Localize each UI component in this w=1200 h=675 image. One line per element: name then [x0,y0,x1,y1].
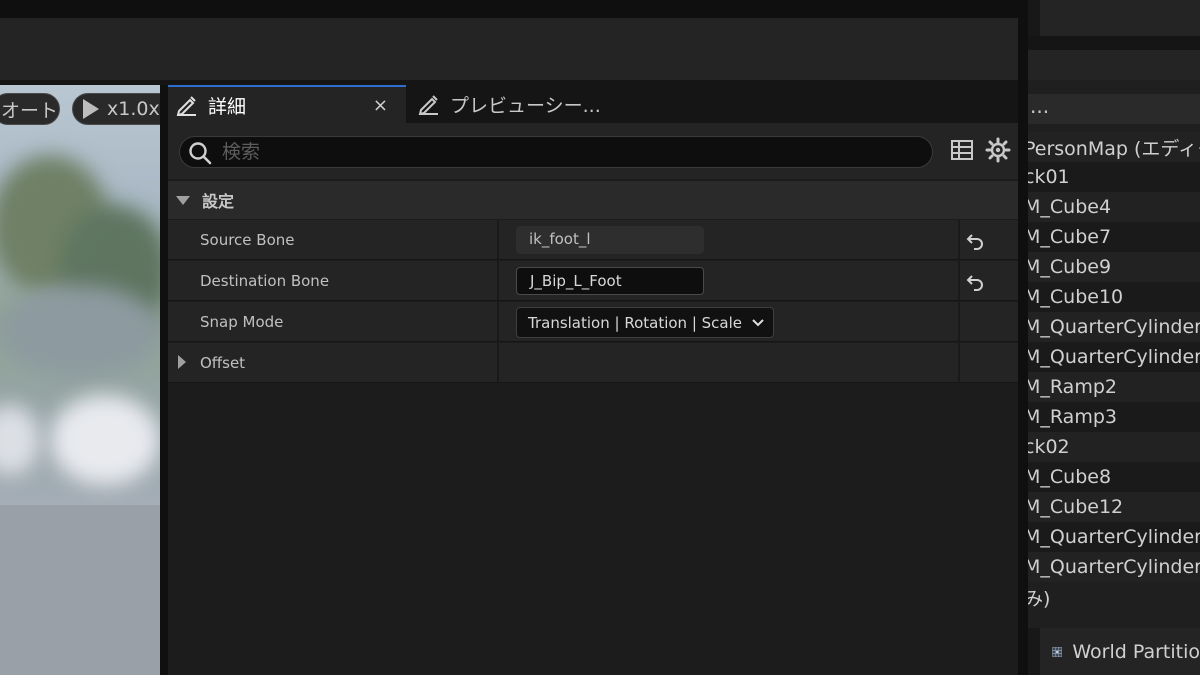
reset-arrow-icon[interactable] [965,231,985,251]
outliner-item[interactable]: M_QuarterCylinder3 [1028,312,1200,342]
viewport[interactable]: オート x1.0x [0,85,160,675]
ground-plane [0,505,160,675]
outliner-toolbar [1028,0,1200,36]
category-settings[interactable]: 設定 [168,181,1018,219]
world-partition-icon [1052,646,1063,657]
source-bone-field[interactable]: ik_foot_l [516,226,704,254]
category-label: 設定 [202,192,235,211]
outliner-gap [1028,36,1200,50]
property-name: Snap Mode [200,313,284,331]
outliner-item[interactable]: ck01 [1028,162,1200,192]
outliner-panel: ... PersonMap (エディタ ck01 M_Cube4 M_Cube7… [1028,0,1200,675]
property-row-snap-mode: Snap Mode Translation | Rotation | Scale [168,302,1018,342]
outliner-status-text: み) [1028,588,1051,610]
outliner-tab-bar [1028,50,1200,80]
expand-triangle-icon[interactable] [178,355,186,369]
world-partition-label: World Partitio [1072,640,1200,663]
search-row [168,123,1018,179]
search-input[interactable] [222,139,912,165]
outliner-item[interactable]: M_Cube4 [1028,192,1200,222]
column-divider[interactable] [497,302,499,341]
panel-splitter[interactable] [1018,0,1028,675]
outliner-item[interactable]: M_Cube10 [1028,282,1200,312]
tab-preview-scene[interactable]: プレビューシー... [412,85,632,123]
collapse-triangle-icon [176,195,190,205]
top-menu-bar [0,0,1025,18]
panel-splitter[interactable] [160,85,168,675]
snap-mode-value: Translation | Rotation | Scale [528,313,742,332]
world-partition-tab[interactable]: World Partitio [1028,628,1200,675]
outliner-item[interactable]: ck02 [1028,432,1200,462]
property-row-destination-bone: Destination Bone J_Bip_L_Foot [168,261,1018,301]
details-panel: 詳細 × プレビューシー... 設定 Source Bone ik_foot_l… [168,85,1018,675]
tab-details-label: 詳細 [208,95,247,118]
outliner-item[interactable]: M_QuarterCylinder2 [1028,552,1200,582]
building-blur [0,285,160,375]
play-speed-button[interactable]: x1.0x [72,93,160,125]
outliner-list: PersonMap (エディタ ck01 M_Cube4 M_Cube7 M_C… [1028,132,1200,582]
column-divider [958,343,960,382]
outliner-item[interactable]: PersonMap (エディタ [1028,132,1200,162]
outliner-item[interactable]: M_Ramp3 [1028,402,1200,432]
column-divider [958,220,960,259]
property-name: Offset [200,354,246,372]
outliner-item[interactable]: M_Cube12 [1028,492,1200,522]
property-row-offset[interactable]: Offset [168,343,1018,383]
outliner-column-header[interactable]: ... [1028,94,1200,124]
column-divider [958,302,960,341]
property-name: Destination Bone [200,272,330,290]
outliner-item[interactable]: M_Ramp2 [1028,372,1200,402]
reset-arrow-icon[interactable] [965,272,985,292]
outliner-item[interactable]: M_Cube7 [1028,222,1200,252]
outliner-item[interactable]: M_Cube9 [1028,252,1200,282]
column-divider [958,261,960,300]
outliner-item[interactable]: M_Cube8 [1028,462,1200,492]
close-icon[interactable]: × [373,95,388,116]
chevron-down-icon [752,318,764,326]
tab-details[interactable]: 詳細 × [168,85,406,123]
tab-bar: 詳細 × プレビューシー... [168,85,1018,123]
search-icon [189,142,212,165]
speed-label: x1.0x [107,98,160,120]
snap-mode-dropdown[interactable]: Translation | Rotation | Scale [516,307,774,338]
property-row-source-bone: Source Bone ik_foot_l [168,220,1018,260]
details-empty-area [168,383,1018,675]
car-blur [50,395,160,485]
gear-icon[interactable] [985,137,1011,163]
column-divider[interactable] [497,343,499,382]
tab-preview-label: プレビューシー... [450,94,601,117]
play-icon [83,99,99,119]
column-divider[interactable] [497,220,499,259]
pencil-icon [174,93,200,117]
pencil-icon [416,92,442,116]
toolbar [0,18,1025,80]
search-box[interactable] [179,136,933,168]
grid-icon[interactable] [950,138,974,162]
auto-label: オート [1,99,59,122]
auto-button[interactable]: オート [0,93,60,125]
car-blur [0,405,40,475]
property-name: Source Bone [200,231,295,249]
outliner-item[interactable]: M_QuarterCylinder [1028,522,1200,552]
column-divider[interactable] [497,261,499,300]
outliner-item[interactable]: M_QuarterCylinder6 [1028,342,1200,372]
destination-bone-field[interactable]: J_Bip_L_Foot [516,267,704,295]
